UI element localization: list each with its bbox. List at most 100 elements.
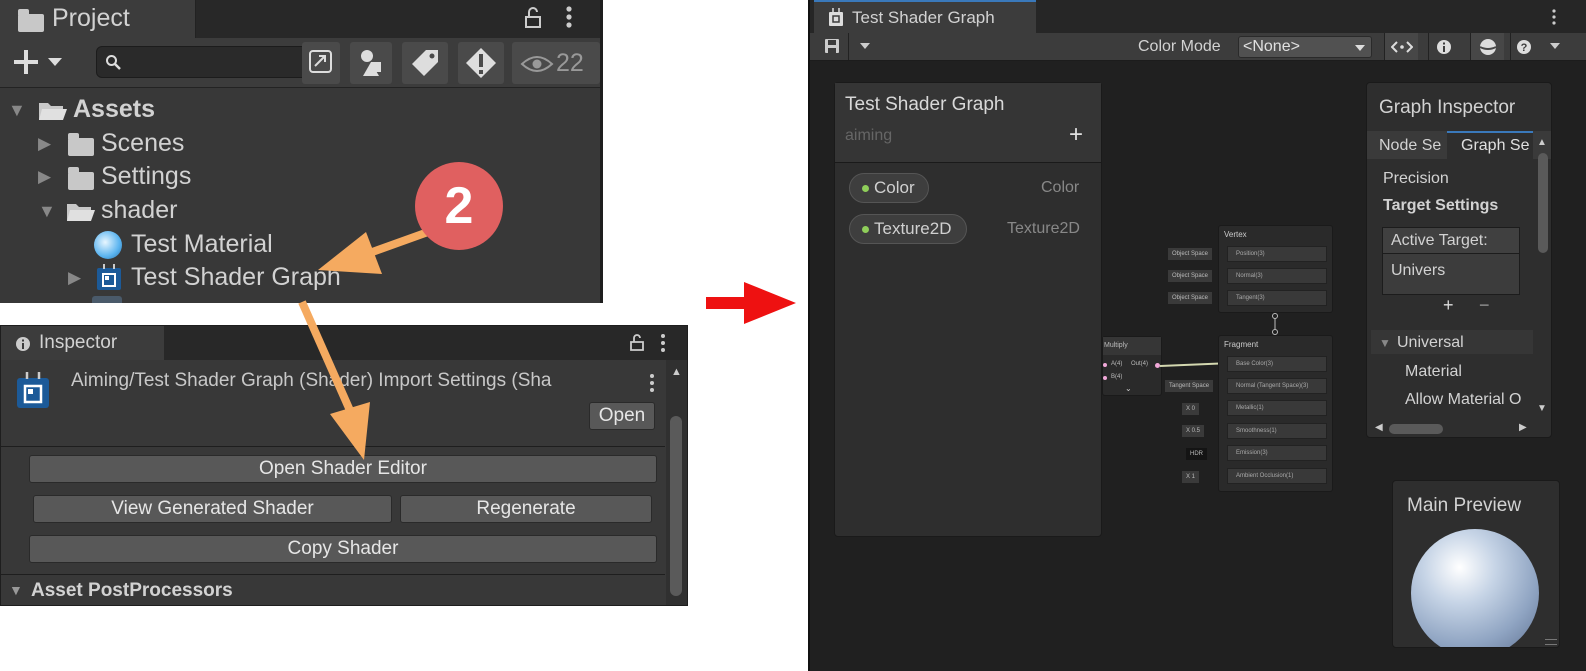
vertical-scrollbar[interactable]: ▲ ▼ xyxy=(1535,135,1551,415)
scrollbar-thumb[interactable] xyxy=(1538,153,1548,253)
tab-graph-label: Graph Se xyxy=(1461,137,1530,154)
block-connector xyxy=(1272,313,1278,335)
property-dot xyxy=(862,185,869,192)
sphere-icon xyxy=(1479,39,1497,55)
preview-sphere xyxy=(1411,529,1539,647)
add-target-button[interactable]: + xyxy=(1443,295,1454,316)
port-side-label[interactable]: X 1 xyxy=(1182,471,1200,483)
property-pill-color[interactable]: Color xyxy=(849,173,929,203)
port-side-label[interactable]: X 0.5 xyxy=(1182,425,1205,437)
arrow-to-item xyxy=(362,228,430,259)
port-tangent[interactable]: Tangent(3) xyxy=(1227,290,1327,306)
info-icon xyxy=(1437,40,1451,54)
vertex-block[interactable]: Vertex Position(3) Normal(3) Tangent(3) xyxy=(1218,225,1333,313)
port-side-label[interactable]: X 0 xyxy=(1182,403,1200,415)
port-dot[interactable] xyxy=(1103,363,1107,367)
color-mode-label: Color Mode xyxy=(1138,38,1221,55)
port-emission[interactable]: Emission(3) xyxy=(1227,445,1327,461)
annotation-arrows xyxy=(298,228,796,460)
shader-graph-window: Test Shader Graph Color Mode <None> ? Te… xyxy=(808,0,1586,671)
precision-label: Precision xyxy=(1383,170,1449,187)
code-view-button[interactable] xyxy=(1384,33,1418,60)
main-preview-title: Main Preview xyxy=(1407,495,1522,516)
help-button[interactable]: ? xyxy=(1510,33,1538,60)
universal-label: Universal xyxy=(1397,334,1464,351)
port-side-label[interactable]: HDR xyxy=(1186,448,1207,460)
horizontal-scrollbar[interactable]: ◀ ▶ xyxy=(1371,421,1535,437)
scrollbar-thumb[interactable] xyxy=(1389,424,1443,434)
port-out-label: Out(4) xyxy=(1131,361,1149,367)
color-mode-value: <None> xyxy=(1243,38,1300,55)
port-metallic[interactable]: Metallic(1) xyxy=(1227,400,1327,416)
help-icon: ? xyxy=(1517,40,1531,54)
port-base-color[interactable]: Base Color(3) xyxy=(1227,356,1327,372)
port-normal[interactable]: Normal(3) xyxy=(1227,268,1327,284)
port-dot[interactable] xyxy=(1103,376,1107,380)
shader-graph-tab[interactable]: Test Shader Graph xyxy=(814,0,1036,33)
scroll-left-icon[interactable]: ◀ xyxy=(1375,422,1383,433)
port-smoothness[interactable]: Smoothness(1) xyxy=(1227,423,1327,439)
shader-graph-tab-label: Test Shader Graph xyxy=(852,8,995,27)
multiply-node[interactable]: Multiply A(4) B(4) Out(4) ⌄ xyxy=(1102,336,1162,396)
code-icon xyxy=(1390,41,1414,53)
add-property-button[interactable]: + xyxy=(1069,121,1083,149)
blackboard-title: Test Shader Graph xyxy=(845,94,1005,115)
property-type: Color xyxy=(1041,179,1080,196)
port-side-label[interactable]: Object Space xyxy=(1168,292,1213,304)
main-preview-toggle-button[interactable] xyxy=(1470,33,1504,60)
tab-node-settings[interactable]: Node Se xyxy=(1379,137,1447,155)
resize-handle[interactable] xyxy=(1545,639,1557,645)
blackboard-subtitle: aiming xyxy=(845,127,893,144)
chevron-down-icon[interactable] xyxy=(1550,43,1560,51)
svg-text:?: ? xyxy=(1521,42,1528,54)
port-side-label[interactable]: Object Space xyxy=(1168,248,1213,260)
scroll-up-icon[interactable]: ▲ xyxy=(1537,137,1547,148)
port-b-label: B(4) xyxy=(1111,374,1123,380)
graph-inspector-panel: Graph Inspector Node Se Graph Se Precisi… xyxy=(1366,82,1552,438)
save-dropdown-chevron-icon[interactable] xyxy=(848,33,880,60)
target-settings-label: Target Settings xyxy=(1383,197,1499,214)
allow-material-override-label: Allow Material O xyxy=(1405,391,1522,408)
chevron-down-icon[interactable]: ⌄ xyxy=(1125,384,1132,393)
scroll-right-icon[interactable]: ▶ xyxy=(1519,422,1527,433)
arrow-head xyxy=(318,232,382,274)
transition-arrow xyxy=(706,297,748,309)
shader-graph-toolbar: Color Mode <None> ? xyxy=(810,33,1586,61)
chevron-down-icon xyxy=(1355,45,1365,51)
port-normal-tangent[interactable]: Normal (Tangent Space)(3) xyxy=(1227,378,1327,394)
port-a-label: A(4) xyxy=(1111,361,1123,367)
port-side-label[interactable]: Object Space xyxy=(1168,270,1213,282)
collapse-triangle-icon[interactable]: ▼ xyxy=(1379,336,1391,350)
blackboard-panel: Test Shader Graph aiming + Color Color T… xyxy=(834,82,1102,537)
node-title: Multiply xyxy=(1104,342,1128,349)
save-icon[interactable] xyxy=(824,38,840,54)
active-targets-label: Active Target: xyxy=(1391,232,1488,249)
transition-arrow-head xyxy=(744,282,796,324)
blackboard-toggle-button[interactable] xyxy=(1428,33,1458,60)
tab-graph-settings[interactable]: Graph Se xyxy=(1447,131,1533,159)
fragment-block[interactable]: Fragment Base Color(3) Normal (Tangent S… xyxy=(1218,335,1333,492)
property-dot xyxy=(862,226,869,233)
port-side-label[interactable]: Tangent Space xyxy=(1165,380,1214,392)
shader-graph-icon xyxy=(829,8,843,26)
preview-viewport[interactable] xyxy=(1411,529,1539,647)
scroll-down-icon[interactable]: ▼ xyxy=(1537,403,1547,414)
property-pill-texture2d[interactable]: Texture2D xyxy=(849,214,967,244)
kebab-menu-icon[interactable] xyxy=(1550,8,1558,26)
shader-graph-tab-bar: Test Shader Graph xyxy=(810,0,1586,33)
property-name: Texture2D xyxy=(874,219,952,238)
port-position[interactable]: Position(3) xyxy=(1227,246,1327,262)
arrow-head xyxy=(330,402,370,460)
port-ambient-occlusion[interactable]: Ambient Occlusion(1) xyxy=(1227,468,1327,484)
active-targets-list: Active Target: Univers xyxy=(1382,227,1520,295)
target-item[interactable]: Univers xyxy=(1391,262,1445,280)
block-title: Fragment xyxy=(1224,340,1259,349)
property-name: Color xyxy=(874,178,915,197)
main-preview-panel: Main Preview xyxy=(1392,480,1560,648)
color-mode-select[interactable]: <None> xyxy=(1238,36,1372,58)
property-type: Texture2D xyxy=(1007,220,1080,237)
block-title: Vertex xyxy=(1224,230,1247,239)
graph-inspector-title: Graph Inspector xyxy=(1379,97,1516,118)
remove-target-button[interactable]: − xyxy=(1479,295,1490,316)
step-badge: 2 xyxy=(415,162,503,250)
